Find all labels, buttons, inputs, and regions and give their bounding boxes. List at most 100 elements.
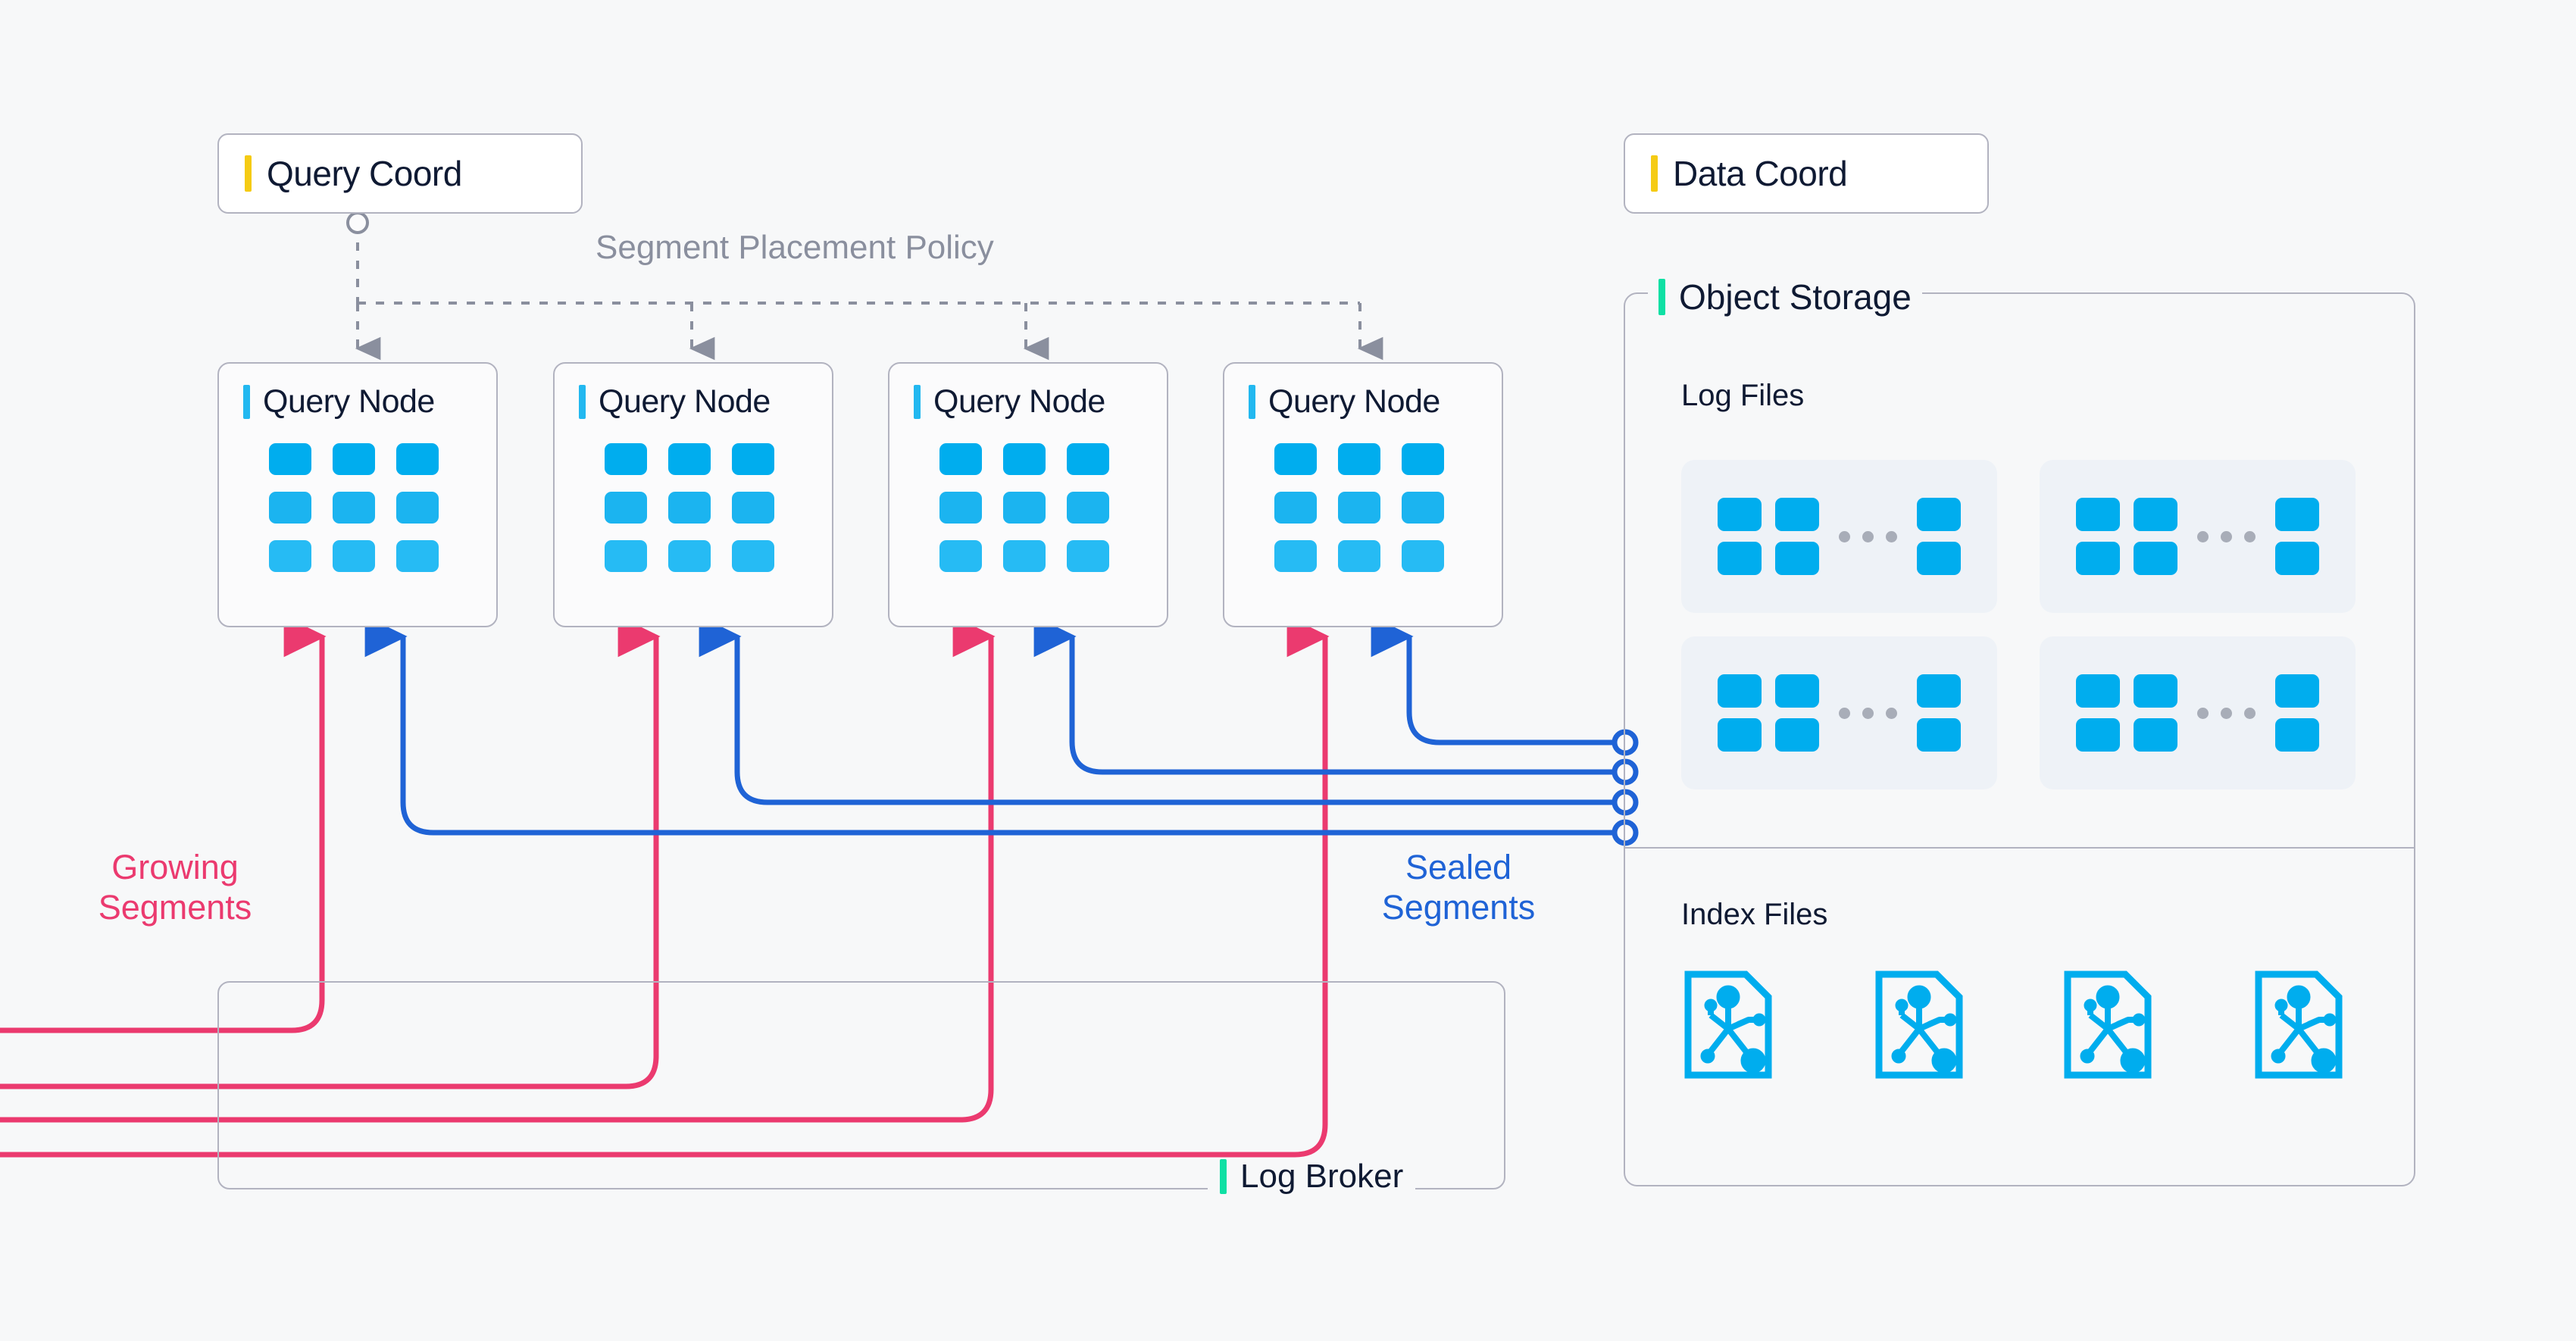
log-segment-block [1718, 674, 1762, 708]
query-node-label: Query Node [1268, 383, 1440, 420]
index-file-icon[interactable] [1683, 970, 1773, 1080]
storage-section-divider [1625, 847, 2414, 849]
log-file-tile[interactable] [2040, 460, 2356, 613]
segment-block [1338, 492, 1380, 524]
query-node-label: Query Node [599, 383, 771, 420]
log-segment-block [1775, 718, 1819, 752]
index-file-icon[interactable] [2254, 970, 2343, 1080]
query-node-label: Query Node [933, 383, 1105, 420]
segment-block [668, 492, 711, 524]
segment-block [668, 443, 711, 475]
segment-block [396, 443, 439, 475]
segment-block [1003, 492, 1046, 524]
ellipsis-icon [1833, 530, 1903, 542]
segment-block [1402, 540, 1444, 572]
log-segment-block [2076, 542, 2120, 575]
segment-grid [579, 443, 832, 572]
query-node-title: Query Node [914, 383, 1167, 420]
log-file-column [1718, 498, 1762, 575]
diagram-canvas: Query Coord Data Coord Segment Placement… [0, 0, 2576, 1341]
segment-placement-policy-label: Segment Placement Policy [596, 229, 994, 266]
segment-grid [914, 443, 1167, 572]
log-file-column [1917, 674, 1961, 752]
log-segment-block [2076, 498, 2120, 531]
segment-block [1402, 443, 1444, 475]
query-node-card[interactable]: Query Node [888, 362, 1168, 627]
log-file-tile[interactable] [1681, 636, 1997, 789]
segment-block [1067, 492, 1109, 524]
index-files-heading: Index Files [1681, 898, 1828, 931]
log-segment-block [2275, 674, 2319, 708]
query-coord-card[interactable]: Query Coord [217, 133, 583, 214]
log-segment-block [1718, 718, 1762, 752]
log-file-tile[interactable] [1681, 460, 1997, 613]
sealed-segments-label: Sealed Segments [1381, 848, 1536, 927]
segment-block [1274, 443, 1317, 475]
log-file-tile[interactable] [2040, 636, 2356, 789]
log-file-column [1718, 674, 1762, 752]
segment-block [605, 443, 647, 475]
segment-block [1338, 540, 1380, 572]
log-segment-block [1775, 498, 1819, 531]
object-storage-title: Object Storage [1648, 277, 1922, 317]
segment-block [605, 540, 647, 572]
policy-origin-dot [346, 211, 369, 234]
log-segment-block [1718, 498, 1762, 531]
query-node-accent-bar [914, 385, 921, 419]
segment-block [333, 492, 375, 524]
query-node-card[interactable]: Query Node [553, 362, 833, 627]
data-coord-accent-bar [1651, 155, 1658, 192]
query-coord-accent-bar [245, 155, 252, 192]
log-segment-block [2275, 498, 2319, 531]
segment-block [333, 540, 375, 572]
segment-block [668, 540, 711, 572]
log-file-column [1775, 498, 1819, 575]
segment-block [1067, 443, 1109, 475]
object-storage-label-text: Object Storage [1679, 277, 1912, 317]
query-coord-label: Query Coord [267, 154, 462, 193]
segment-block [333, 443, 375, 475]
segment-block [1274, 540, 1317, 572]
segment-block [732, 492, 774, 524]
growing-segments-label: Growing Segments [98, 848, 252, 927]
data-coord-card[interactable]: Data Coord [1624, 133, 1989, 214]
data-coord-label: Data Coord [1673, 154, 1848, 193]
log-segment-block [2134, 718, 2177, 752]
data-coord-title: Data Coord [1651, 153, 1987, 194]
segment-block [1402, 492, 1444, 524]
log-file-column [2275, 498, 2319, 575]
segment-block [1067, 540, 1109, 572]
log-segment-block [1917, 498, 1961, 531]
segment-block [1003, 443, 1046, 475]
segment-grid [243, 443, 496, 572]
log-segment-block [1917, 674, 1961, 708]
query-node-card[interactable]: Query Node [217, 362, 498, 627]
log-file-column [2076, 674, 2120, 752]
log-segment-block [1917, 718, 1961, 752]
log-file-column [2134, 674, 2177, 752]
log-file-column [2275, 674, 2319, 752]
log-segment-block [2134, 674, 2177, 708]
query-node-accent-bar [1249, 385, 1255, 419]
log-file-column [2134, 498, 2177, 575]
log-broker-title: Log Broker [1208, 1158, 1416, 1196]
log-segment-block [2076, 718, 2120, 752]
segment-block [269, 540, 311, 572]
query-node-card[interactable]: Query Node [1223, 362, 1503, 627]
index-file-icon[interactable] [2063, 970, 2152, 1080]
segment-block [269, 492, 311, 524]
query-node-accent-bar [579, 385, 586, 419]
log-segment-block [1718, 542, 1762, 575]
segment-block [396, 492, 439, 524]
log-segment-block [2134, 542, 2177, 575]
log-broker-accent-bar [1220, 1159, 1227, 1194]
segment-block [269, 443, 311, 475]
log-file-column [1917, 498, 1961, 575]
log-broker-label-text: Log Broker [1240, 1158, 1404, 1195]
log-segment-block [2275, 542, 2319, 575]
log-segment-block [1917, 542, 1961, 575]
segment-block [939, 443, 982, 475]
index-file-icon[interactable] [1874, 970, 1964, 1080]
segment-grid [1249, 443, 1502, 572]
log-segment-block [1775, 674, 1819, 708]
